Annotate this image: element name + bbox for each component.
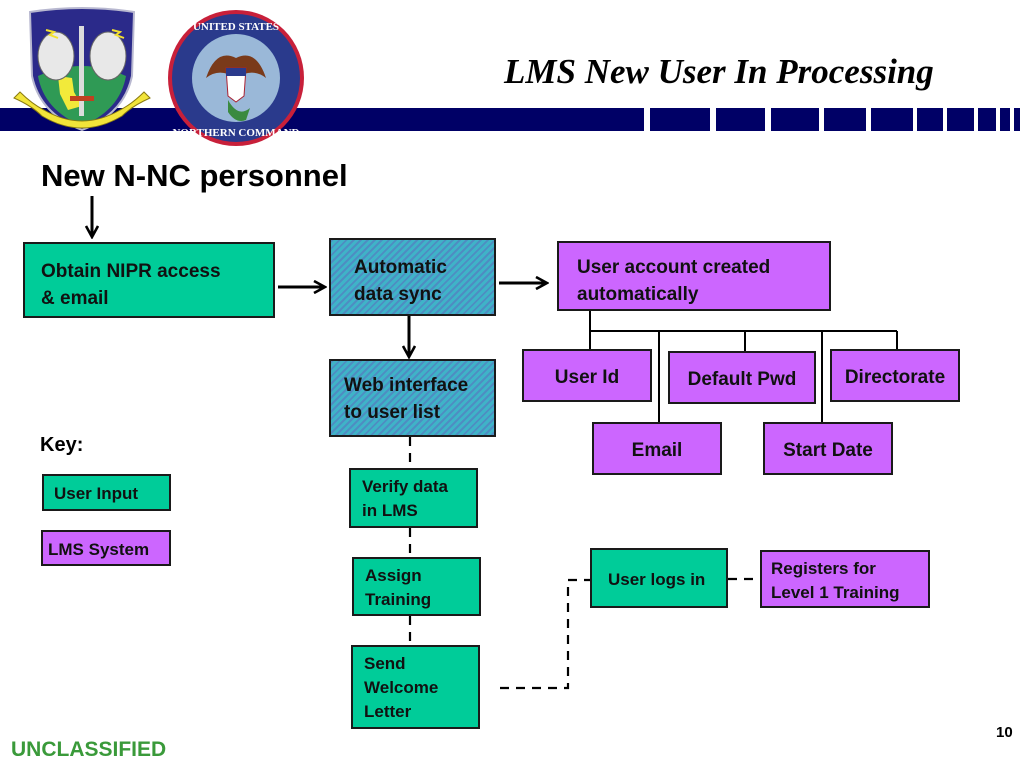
slide-title: LMS New User In Processing [504,52,934,91]
norad-shield-logo [13,7,151,132]
page-number: 10 [996,724,1013,741]
subtitle-new-personnel: New N-NC personnel [41,158,348,193]
header-bar-segment [947,108,974,131]
node-text: Welcome [364,678,439,697]
node-user-logs-in: User logs in [590,548,728,608]
node-text: User account created [577,257,771,278]
key-item-user-input: User Input [42,474,171,511]
node-obtain-nipr-access: Obtain NIPR access & email [23,242,275,318]
header-bar-segment [978,108,996,131]
node-web-interface: Web interface to user list [329,359,496,437]
classification-marking: UNCLASSIFIED [11,738,167,761]
header-bar-segment [650,108,710,131]
svg-text:UNITED STATES: UNITED STATES [193,21,279,33]
node-start-date: Start Date [763,422,893,475]
header-bar-segment [917,108,943,131]
header-bar-segment [771,108,819,131]
header-bar-segment [716,108,765,131]
node-text: Registers for [771,559,876,578]
node-send-welcome-letter: Send Welcome Letter [351,645,480,729]
node-registers-level1: Registers for Level 1 Training [760,550,930,608]
node-text: User Id [554,367,620,388]
header-bar-segment [871,108,913,131]
node-default-pwd: Default Pwd [668,351,816,404]
node-text: Start Date [783,440,873,461]
northcom-seal-logo: UNITED STATES NORTHERN COMMAND [168,10,304,146]
key-item-lms-system: LMS System [41,530,171,566]
node-text: Obtain NIPR access [41,261,221,282]
node-text: Default Pwd [687,369,797,390]
node-text: Verify data [362,477,448,496]
node-text: Training [365,590,432,609]
header-bar-segment [824,108,866,131]
node-text: User logs in [608,570,706,589]
node-text: Level 1 Training [771,583,900,602]
key-item-label: LMS System [48,540,150,559]
node-verify-data: Verify data in LMS [349,468,478,528]
header-bar-segment [1000,108,1010,131]
node-automatic-data-sync: Automatic data sync [329,238,496,316]
node-email: Email [592,422,722,475]
node-text: Web interface [344,375,469,396]
node-user-account-created: User account created automatically [557,241,831,311]
node-text: Assign [365,566,422,585]
node-text: Directorate [844,367,946,388]
node-text: & email [41,288,109,309]
node-text: Email [631,440,683,461]
node-text: Letter [364,702,412,721]
key-item-label: User Input [54,484,139,503]
node-user-id: User Id [522,349,652,402]
node-text: in LMS [362,501,418,520]
node-text: data sync [354,284,442,305]
node-assign-training: Assign Training [352,557,481,616]
node-text: to user list [344,402,441,423]
node-text: automatically [577,284,699,305]
node-text: Send [364,654,406,673]
header-bar-segment [1014,108,1020,131]
svg-text:NORTHERN COMMAND: NORTHERN COMMAND [172,127,299,139]
key-title: Key: [40,434,84,456]
node-text: Automatic [354,257,447,278]
node-directorate: Directorate [830,349,960,402]
